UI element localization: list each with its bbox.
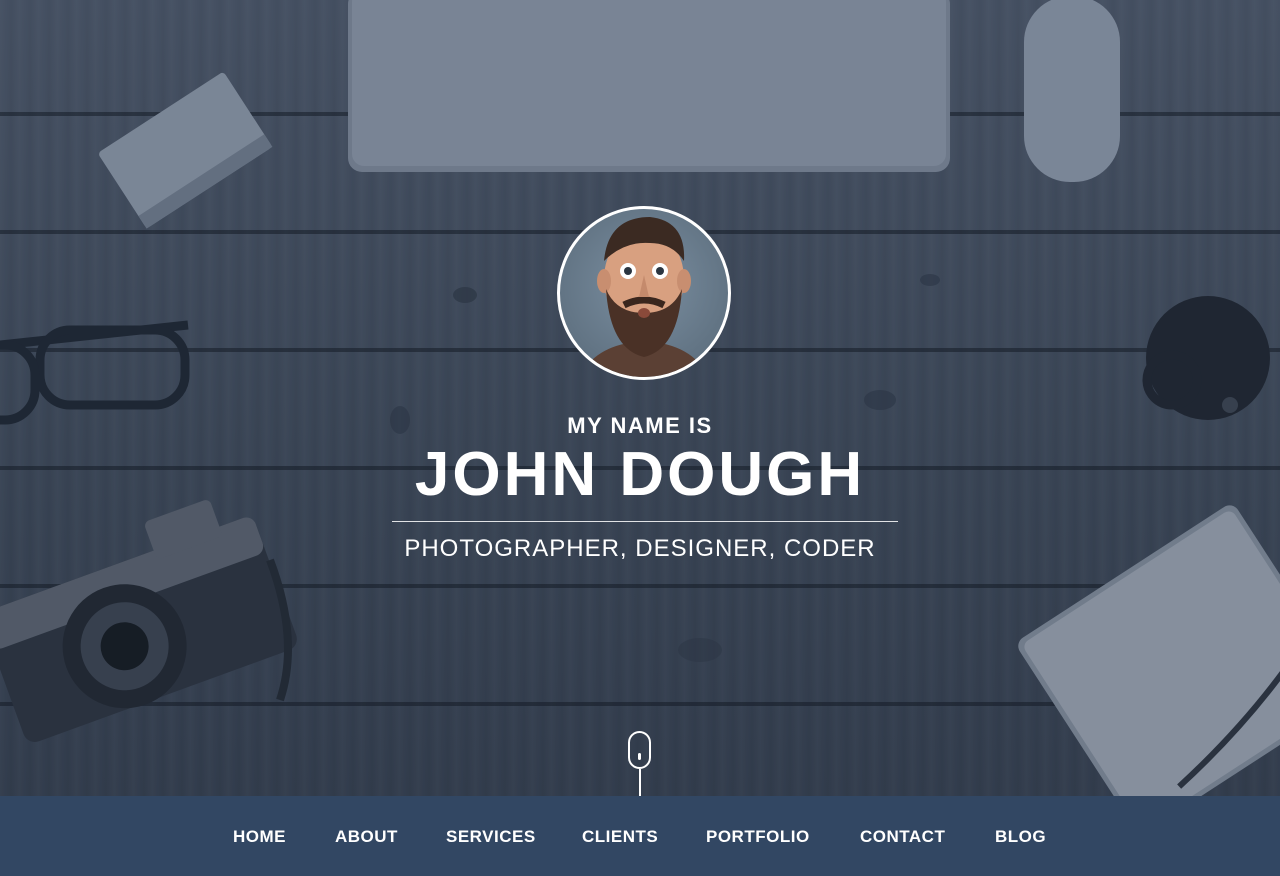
hero-tagline: PHOTOGRAPHER, DESIGNER, CODER: [404, 535, 876, 562]
nav-item-contact[interactable]: CONTACT: [860, 826, 945, 848]
scroll-down-icon[interactable]: [628, 731, 651, 769]
scroll-wheel-icon: [638, 753, 641, 760]
nav-item-blog[interactable]: BLOG: [995, 826, 1046, 848]
nav-item-portfolio[interactable]: PORTFOLIO: [706, 826, 810, 848]
hero-divider: [392, 521, 898, 522]
intro-text: MY NAME IS: [567, 413, 713, 438]
scroll-indicator-line: [639, 769, 641, 796]
nav-item-home[interactable]: HOME: [233, 826, 286, 848]
profile-portrait-illustration: [580, 217, 708, 377]
hero-section: [0, 0, 1280, 796]
nav-item-clients[interactable]: CLIENTS: [582, 826, 658, 848]
hero-name: JOHN DOUGH: [414, 440, 866, 509]
profile-avatar: [557, 206, 731, 380]
nav-item-services[interactable]: SERVICES: [446, 826, 536, 848]
hero-overlay: [0, 0, 1280, 796]
nav-item-about[interactable]: ABOUT: [335, 826, 398, 848]
